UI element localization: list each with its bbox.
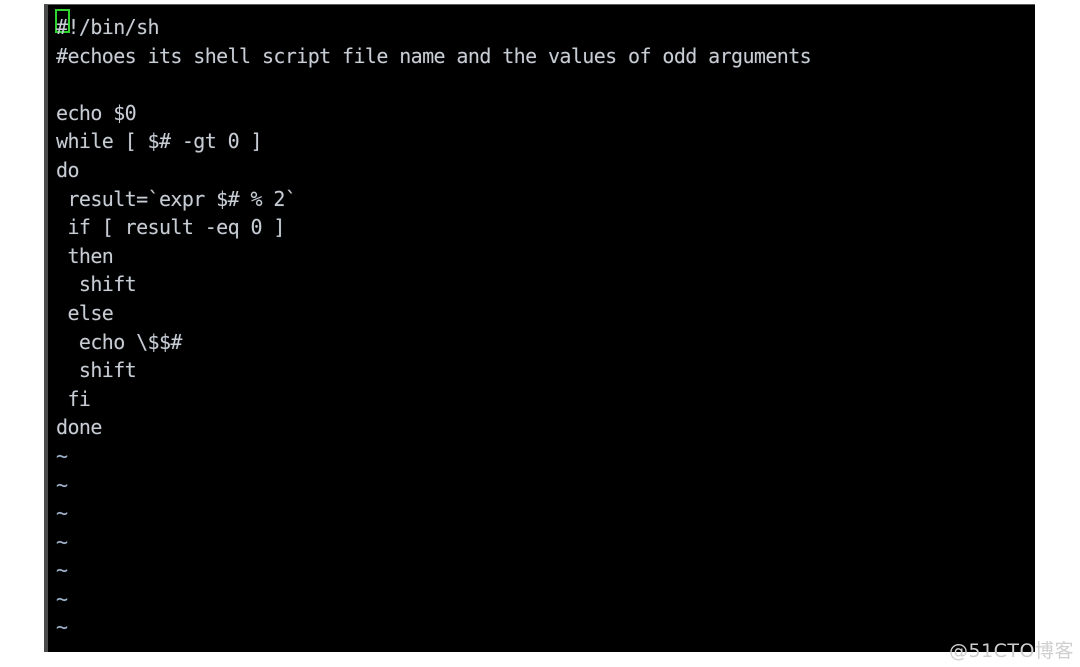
code-line: if [ result -eq 0 ] bbox=[56, 215, 285, 240]
vim-empty-line-marker: ~ bbox=[56, 615, 68, 640]
code-line: result=`expr $# % 2` bbox=[56, 186, 297, 211]
code-line: done bbox=[56, 415, 102, 440]
screenshot-root: #!/bin/sh #echoes its shell script file … bbox=[0, 0, 1080, 667]
vim-empty-line-marker: ~ bbox=[56, 443, 68, 468]
vim-empty-line-marker: ~ bbox=[56, 558, 68, 583]
code-line: then bbox=[56, 243, 114, 268]
code-line: while [ $# -gt 0 ] bbox=[56, 129, 263, 154]
code-line: echo $0 bbox=[56, 100, 137, 125]
code-line: else bbox=[56, 300, 114, 325]
watermark: @51CTO博客 bbox=[948, 640, 1074, 662]
vim-empty-line-marker: ~ bbox=[56, 529, 68, 554]
code-line: shift bbox=[56, 358, 137, 383]
code-line: fi bbox=[56, 386, 91, 411]
vim-editor-buffer[interactable]: #!/bin/sh #echoes its shell script file … bbox=[48, 5, 1035, 652]
vim-empty-line-marker: ~ bbox=[56, 472, 68, 497]
terminal-window[interactable]: #!/bin/sh #echoes its shell script file … bbox=[44, 4, 1035, 652]
vim-empty-line-marker: ~ bbox=[56, 586, 68, 611]
code-line: #echoes its shell script file name and t… bbox=[56, 43, 812, 68]
code-line: shift bbox=[56, 272, 137, 297]
code-line: do bbox=[56, 157, 79, 182]
code-line: #!/bin/sh bbox=[56, 15, 160, 39]
vim-empty-line-marker: ~ bbox=[56, 501, 68, 526]
code-line: echo \$$# bbox=[56, 329, 183, 354]
vim-empty-line-marker: ~ bbox=[56, 642, 1035, 652]
